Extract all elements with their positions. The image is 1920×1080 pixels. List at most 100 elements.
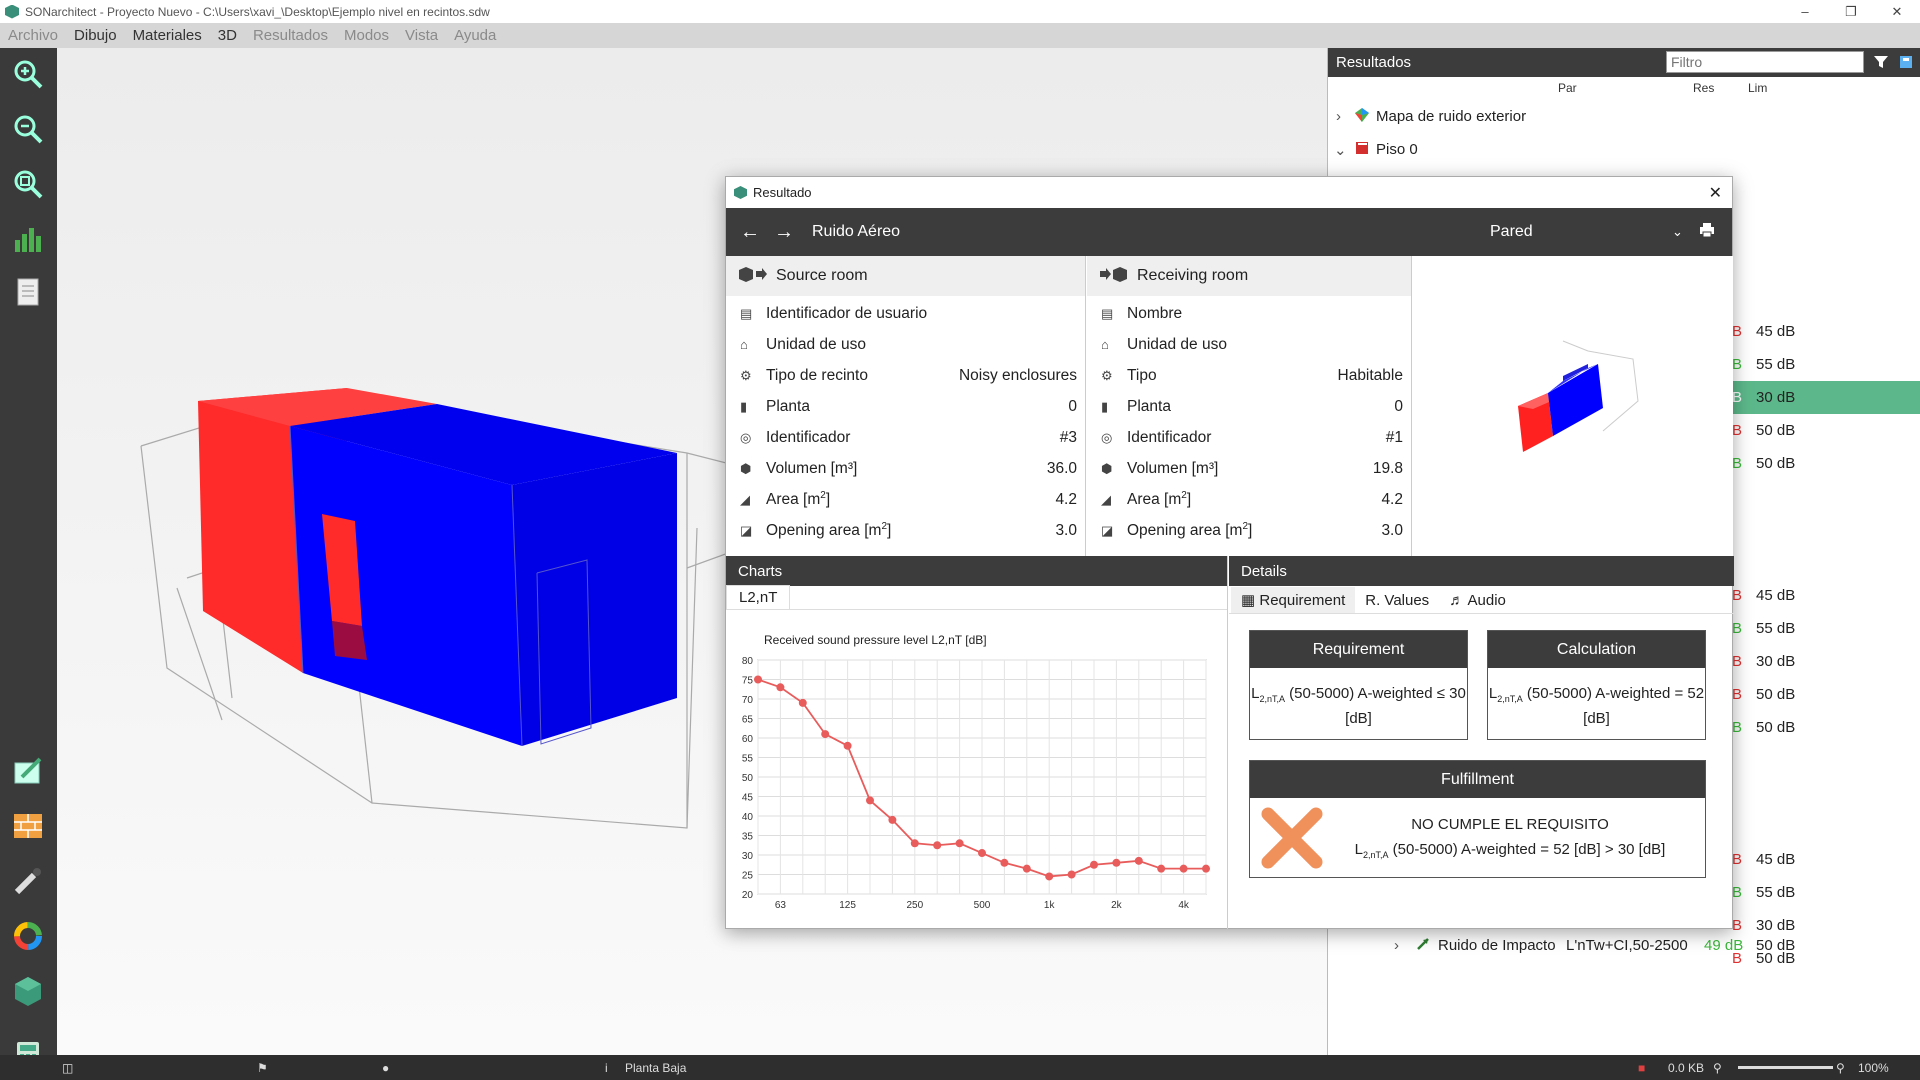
chart-data-point [754, 675, 762, 684]
back-arrow-icon[interactable]: ← [740, 221, 760, 244]
sound-level-meter-icon[interactable] [10, 863, 46, 899]
source-property-row: ⬢ Volumen [m³] 36.0 [726, 453, 1085, 484]
source-property-label: Area [m2] [766, 489, 831, 509]
menu-materiales[interactable]: Materiales [125, 27, 210, 44]
zoom-slider[interactable] [1738, 1066, 1833, 1069]
source-property-label: Identificador [766, 428, 851, 446]
edit-drawing-icon[interactable] [10, 753, 46, 789]
tab-values-label: Values [1384, 592, 1430, 609]
zoom-fit-icon[interactable] [10, 166, 46, 202]
chart-y-tick-label: 80 [742, 656, 754, 667]
chevron-right-icon[interactable]: › [1394, 937, 1399, 954]
filter-icon[interactable] [1873, 54, 1889, 74]
chart-data-point [955, 839, 964, 848]
brick-wall-icon[interactable] [10, 808, 46, 844]
menu-dibujo[interactable]: Dibujo [66, 27, 125, 44]
opening-icon: ◪ [740, 522, 753, 538]
chart-data-point [1179, 864, 1188, 873]
source-property-value: 3.0 [1055, 521, 1077, 539]
bar-chart-icon[interactable] [10, 220, 46, 256]
forward-arrow-icon[interactable]: → [774, 221, 794, 244]
menu-modos[interactable]: Modos [336, 27, 397, 44]
receiving-property-row: ◪ Opening area [m2] 3.0 [1087, 515, 1411, 546]
source-property-row: ▤ Identificador de usuario [726, 298, 1085, 329]
menu-3d[interactable]: 3D [210, 27, 245, 44]
zoom-in-icon[interactable] [10, 56, 46, 92]
result-row-lim: 55 dB [1756, 620, 1796, 637]
result-row-res: B [1732, 323, 1743, 340]
zoom-level: 100% [1858, 1060, 1889, 1075]
impact-noise-label: Ruido de Impacto [1438, 937, 1556, 954]
menu-ayuda[interactable]: Ayuda [446, 27, 504, 44]
calculation-text: (50-5000) A-weighted = 52 [dB] [1526, 685, 1705, 727]
result-row-res: B [1732, 455, 1743, 472]
receiving-property-row: ◎ Identificador #1 [1087, 422, 1411, 453]
receiving-property-label: Identificador [1127, 428, 1212, 446]
id-card-icon: ▤ [1101, 305, 1114, 321]
result-row-lim: 45 dB [1756, 323, 1796, 340]
color-wheel-icon[interactable] [10, 918, 46, 954]
chart-x-tick-label: 250 [906, 900, 923, 911]
tab-requirement[interactable]: ▦ Requirement [1231, 587, 1356, 613]
calculation-title: Calculation [1488, 631, 1705, 668]
result-row-res: B [1732, 422, 1743, 439]
charts-header: Charts [726, 556, 1227, 586]
chart-y-tick-label: 50 [742, 773, 754, 784]
close-dialog-button[interactable]: ✕ [1709, 183, 1722, 203]
room-type-icon: ⚙ [1101, 367, 1113, 383]
home-icon: ⌂ [740, 337, 748, 352]
zoom-in-icon[interactable]: ⚲ [1836, 1055, 1845, 1080]
minimize-button[interactable]: – [1782, 0, 1828, 23]
cube-icon[interactable] [10, 973, 46, 1009]
tree-item-label: Mapa de ruido exterior [1376, 108, 1527, 125]
save-icon[interactable]: ■ [1638, 1055, 1645, 1080]
chevron-right-icon[interactable]: › [1336, 108, 1354, 125]
receiving-property-value: #1 [1385, 428, 1403, 446]
fulfillment-title: Fulfillment [1250, 761, 1705, 798]
result-row-lim: 50 dB [1756, 719, 1796, 736]
chart-x-tick-label: 4k [1178, 900, 1190, 911]
zoom-out-icon[interactable] [10, 111, 46, 147]
menu-vista[interactable]: Vista [397, 27, 446, 44]
chevron-down-icon[interactable]: ⌄ [1672, 224, 1683, 240]
lightbulb-icon[interactable]: ● [382, 1055, 389, 1080]
col-par: Par [1558, 81, 1577, 95]
export-icon[interactable] [1898, 54, 1914, 74]
receiving-property-label: Volumen [m³] [1127, 459, 1219, 477]
print-icon[interactable] [1699, 222, 1715, 243]
chevron-down-icon[interactable]: ⌄ [1334, 141, 1354, 159]
flag-icon[interactable]: ⚑ [257, 1055, 268, 1080]
receiving-room-icon [1099, 266, 1129, 287]
menu-resultados[interactable]: Resultados [245, 27, 336, 44]
restore-button[interactable]: ❐ [1828, 0, 1874, 23]
status-floor: Planta Baja [625, 1060, 687, 1075]
filter-input[interactable] [1666, 51, 1864, 73]
tree-item-impact-noise[interactable]: › Ruido de Impacto L'nTw+CI,50-2500 49 d… [1328, 929, 1920, 962]
impact-noise-icon [1416, 937, 1430, 955]
receiving-property-label: Planta [1127, 397, 1171, 415]
result-row-lim: 50 dB [1756, 455, 1796, 472]
chart-data-point [1134, 856, 1143, 865]
tab-audio[interactable]: ♬ Audio [1439, 588, 1516, 613]
fail-cross-icon [1260, 806, 1324, 875]
chart-y-tick-label: 60 [742, 734, 754, 745]
menu-archivo[interactable]: Archivo [0, 27, 66, 44]
room-preview [1413, 256, 1733, 556]
tree-item-floor-0[interactable]: ⌄ Piso 0 [1328, 133, 1920, 166]
requirement-box: Requirement L2,nT,A (50-5000) A-weighted… [1249, 630, 1468, 740]
close-window-button[interactable]: ✕ [1874, 0, 1920, 23]
tab-l2nt[interactable]: L2,nT [726, 585, 791, 609]
impact-noise-par: L'nTw+CI,50-2500 [1566, 937, 1688, 954]
tab-values[interactable]: R. Values [1355, 588, 1439, 613]
app-logo-icon [734, 186, 747, 199]
panel-toggle-icon[interactable]: ◫ [62, 1055, 73, 1080]
chart-data-point [821, 730, 830, 739]
fulfillment-text: (50-5000) A-weighted = 52 [dB] > 30 [dB] [1392, 841, 1666, 858]
chart-data-point [1112, 858, 1121, 867]
zoom-out-icon[interactable]: ⚲ [1713, 1055, 1722, 1080]
element-select[interactable]: Pared [1490, 223, 1533, 241]
tab-requirement-label: Requirement [1259, 592, 1346, 609]
report-icon[interactable] [10, 274, 46, 310]
tree-item-noise-map[interactable]: › Mapa de ruido exterior [1328, 100, 1920, 133]
chart-data-point [1067, 870, 1076, 879]
